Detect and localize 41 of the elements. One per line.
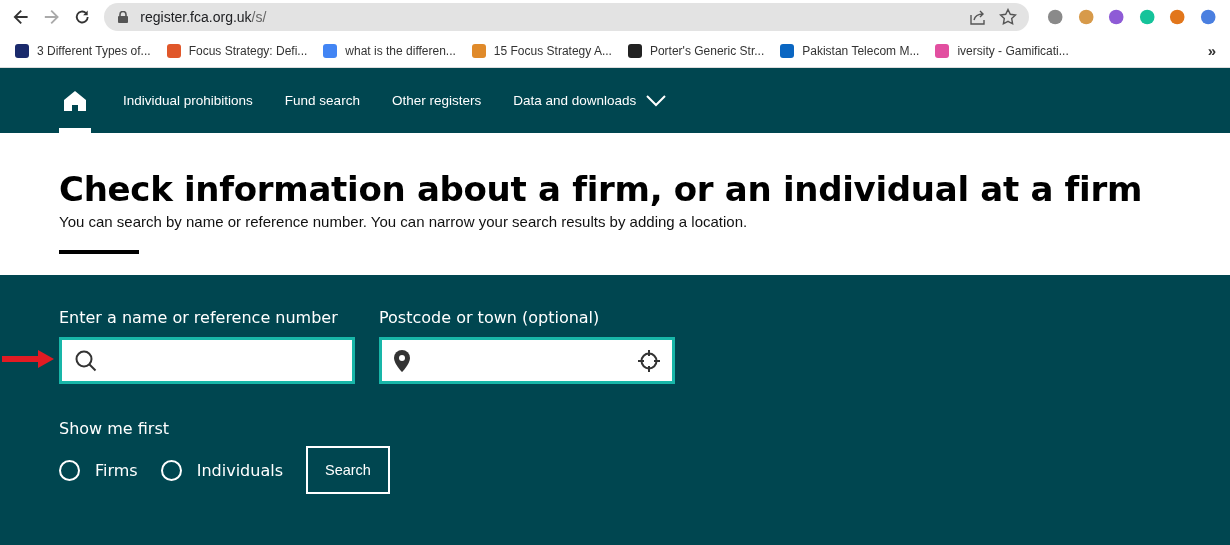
nav-dropdown[interactable]: Data and downloads <box>513 68 667 133</box>
name-search-field[interactable] <box>59 337 355 384</box>
extension-icon[interactable] <box>1169 8 1186 26</box>
section-label: Show me first <box>59 419 171 438</box>
radio-option[interactable]: Individuals <box>160 459 283 481</box>
lock-icon <box>118 11 129 23</box>
bookmark-link[interactable]: iversity - Gamificati... <box>934 42 1069 59</box>
extension-icon[interactable] <box>1108 8 1125 26</box>
location-field[interactable] <box>379 337 675 384</box>
radio-button[interactable] <box>59 459 80 481</box>
page-subtitle: You can search by name or reference number. You can narrow your search results by adding a location. <box>59 213 749 230</box>
address-bar[interactable]: register.fca.org.uk/s/ <box>104 3 1030 31</box>
home-icon <box>64 90 86 111</box>
search-icon <box>74 348 98 373</box>
bookmark-link[interactable]: Pakistan Telecom M... <box>779 42 920 59</box>
field-label: Postcode or town (optional) <box>379 308 601 327</box>
reload-icon[interactable] <box>73 8 91 26</box>
radio-option[interactable]: Firms <box>59 459 138 481</box>
page-title: Check information about a firm, or an individual at a firm <box>59 168 1144 211</box>
bookmark-link[interactable]: Focus Strategy: Defi... <box>165 42 308 59</box>
nav-link[interactable]: Fund search <box>284 68 360 133</box>
extension-icon[interactable] <box>1047 8 1064 26</box>
field-label: Enter a name or reference number <box>59 308 339 327</box>
chevron-down-icon <box>646 94 667 107</box>
locate-icon[interactable] <box>638 349 660 372</box>
location-pin-icon <box>394 349 410 372</box>
url-text: register.fca.org.uk/s/ <box>140 9 267 25</box>
bookmarks-overflow-button[interactable]: » <box>1207 42 1216 59</box>
annotation-arrow-icon <box>2 349 54 369</box>
nav-link[interactable]: Individual prohibitions <box>123 68 253 133</box>
nav-link[interactable]: Other registers <box>391 68 482 133</box>
radio-button[interactable] <box>160 459 182 481</box>
share-icon[interactable] <box>969 9 988 25</box>
bookmark-link[interactable]: what is the differen... <box>322 42 456 59</box>
back-icon[interactable] <box>13 8 30 26</box>
bookmark-link[interactable]: Porter's Generic Str... <box>626 42 765 59</box>
bookmark-link[interactable]: 15 Focus Strategy A... <box>470 42 612 59</box>
search-button[interactable]: Search <box>305 446 390 494</box>
extension-icon[interactable] <box>1199 8 1216 26</box>
bookmark-link[interactable]: 3 Different Types of... <box>14 42 151 59</box>
star-icon[interactable] <box>999 8 1018 26</box>
